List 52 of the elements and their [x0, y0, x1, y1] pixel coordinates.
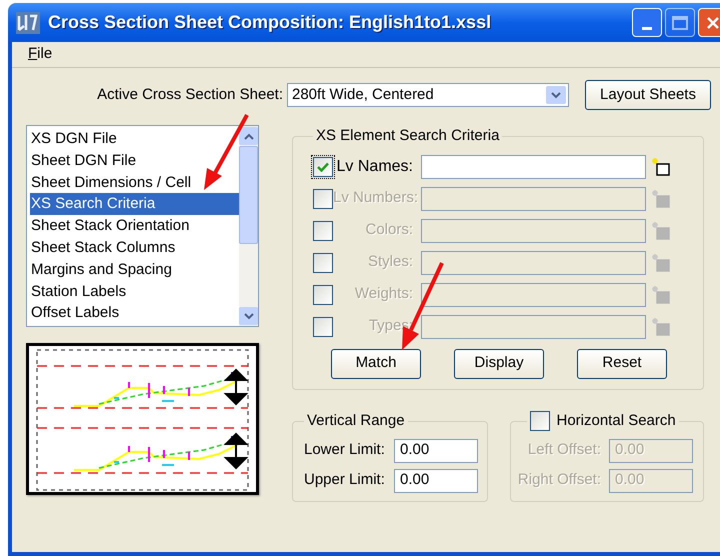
close-button[interactable] — [698, 8, 720, 37]
list-item[interactable]: Sheet Stack Columns — [30, 236, 239, 259]
push-button[interactable]: Reset — [577, 348, 667, 378]
text-field[interactable] — [421, 218, 646, 242]
minimize-icon — [642, 27, 652, 30]
checkmark-icon — [317, 162, 329, 172]
list-item[interactable]: Station Labels — [30, 280, 239, 302]
list-item[interactable]: XS Search Criteria — [30, 193, 239, 216]
group-title: XS Element Search Criteria — [315, 126, 500, 146]
field-label: Colors: — [364, 220, 414, 240]
field-label: Right Offset: — [518, 470, 602, 490]
text-field[interactable]: 0.00 — [394, 468, 478, 492]
field-label: Lv Numbers: — [333, 188, 420, 208]
text-field[interactable] — [421, 282, 646, 306]
text-field[interactable] — [421, 314, 646, 338]
list-item[interactable]: XS DGN File — [30, 128, 239, 150]
maximize-icon — [672, 16, 688, 30]
minimize-button[interactable] — [632, 8, 662, 37]
checkbox[interactable] — [313, 156, 333, 176]
sheet-dropdown[interactable]: 280ft Wide, Centered — [287, 83, 569, 107]
close-icon — [706, 16, 720, 30]
field-label: Styles: — [366, 252, 414, 272]
app-icon — [16, 12, 40, 34]
list-item[interactable]: Offset Labels — [30, 302, 239, 324]
text-field[interactable] — [421, 186, 646, 210]
list-item[interactable]: Sheet Stack Orientation — [30, 215, 239, 237]
text-field[interactable]: 0.00 — [394, 438, 478, 462]
scroll-down-icon[interactable] — [239, 307, 258, 325]
list-item[interactable]: Margins and Spacing — [30, 258, 239, 281]
scroll-up-icon[interactable] — [239, 127, 258, 145]
field-label: Lv Names: — [336, 156, 414, 176]
pick-element-icon[interactable] — [651, 158, 671, 176]
checkbox-label: Horizontal Search — [556, 411, 676, 431]
checkbox[interactable] — [530, 411, 550, 432]
text-field[interactable] — [421, 154, 646, 178]
group-title: Vertical Range — [306, 411, 406, 431]
list-item[interactable]: Sheet DGN File — [30, 150, 239, 172]
field-label: Left Offset: — [528, 440, 602, 460]
field-label: Weights: — [354, 284, 414, 304]
maximize-button[interactable] — [665, 8, 695, 37]
window-title: Cross Section Sheet Composition: English1to1.xssl — [48, 11, 492, 34]
field-label: Lower Limit: — [304, 440, 386, 460]
push-button[interactable]: Display — [454, 348, 544, 378]
push-button[interactable]: Layout Sheets — [585, 80, 711, 110]
field-label: Active Cross Section Sheet: — [96, 84, 284, 105]
list-item[interactable]: Sheet Dimensions / Cell — [30, 172, 239, 194]
text-field[interactable] — [421, 250, 646, 274]
scroll-thumb[interactable] — [239, 146, 258, 244]
field-label: Upper Limit: — [304, 470, 386, 490]
push-button[interactable]: Match — [331, 348, 421, 378]
scrollbar[interactable] — [239, 126, 258, 326]
menu-item[interactable]: File — [26, 43, 54, 66]
